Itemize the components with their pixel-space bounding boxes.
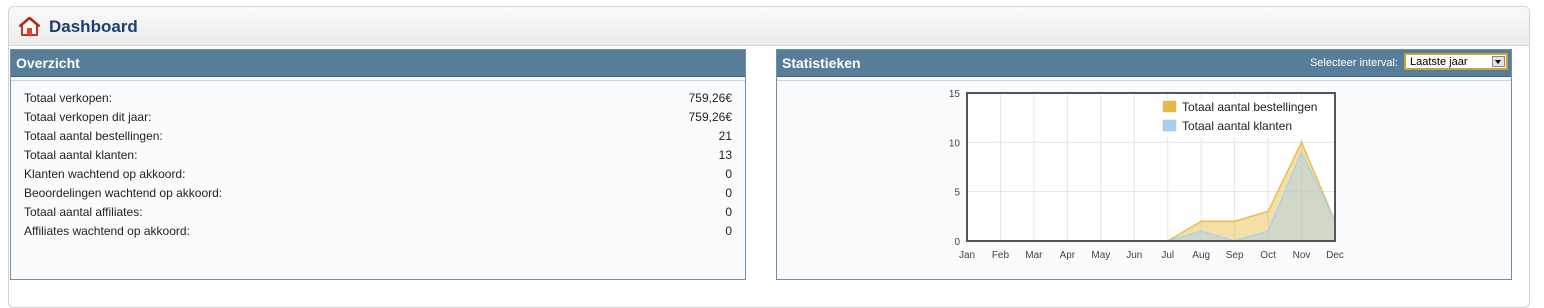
x-tick-label: Sep [1226, 250, 1244, 261]
stat-label: Klanten wachtend op akkoord: [24, 167, 186, 181]
overview-panel-header: Overzicht [11, 50, 745, 77]
stat-row: Totaal verkopen: 759,26€ [24, 91, 732, 108]
interval-select[interactable]: Laatste jaar [1404, 53, 1508, 70]
stat-row: Totaal verkopen dit jaar: 759,26€ [24, 110, 732, 127]
y-tick-label: 5 [954, 188, 960, 199]
overview-body: Totaal verkopen: 759,26€ Totaal verkopen … [11, 80, 745, 279]
x-tick-label: Dec [1326, 250, 1344, 261]
stat-label: Affiliates wachtend op akkoord: [24, 224, 190, 238]
x-tick-label: Nov [1293, 250, 1311, 261]
chevron-down-icon[interactable] [1492, 56, 1505, 67]
stat-value: 0 [725, 224, 732, 238]
statistics-chart: 0 5 10 15 Jan Feb Mar Apr May Jun Jul Aug Sep Oct Nov D… [949, 89, 1344, 261]
stat-row: Affiliates wachtend op akkoord: 0 [24, 224, 732, 241]
stat-value: 0 [725, 167, 732, 181]
legend-swatch [1162, 119, 1177, 132]
stat-row: Totaal aantal klanten: 13 [24, 148, 732, 165]
x-tick-label: Apr [1060, 250, 1076, 261]
legend-label: Totaal aantal klanten [1182, 119, 1292, 133]
interval-select-value: Laatste jaar [1410, 56, 1468, 68]
interval-label: Selecteer interval: [1309, 57, 1398, 69]
stat-value: 759,26€ [688, 91, 732, 105]
stat-value: 759,26€ [688, 110, 732, 124]
stat-label: Totaal aantal affiliates: [24, 205, 143, 219]
y-tick-label: 0 [954, 237, 960, 248]
legend-label: Totaal aantal bestellingen [1182, 100, 1317, 114]
stat-label: Beoordelingen wachtend op akkoord: [24, 186, 223, 200]
page-title: Dashboard [49, 17, 138, 36]
page-header: Dashboard [9, 7, 1529, 46]
stat-value: 21 [718, 129, 732, 143]
x-tick-label: Feb [992, 250, 1010, 261]
x-tick-label: Jan [959, 250, 975, 261]
overview-title: Overzicht [16, 55, 80, 71]
legend-swatch [1162, 100, 1177, 113]
x-tick-label: Aug [1192, 250, 1210, 261]
x-tick-label: Oct [1260, 250, 1276, 261]
stat-label: Totaal aantal klanten: [24, 148, 138, 162]
y-tick-label: 10 [949, 138, 961, 149]
stat-row: Totaal aantal bestellingen: 21 [24, 129, 732, 146]
x-tick-label: Jul [1161, 250, 1174, 261]
stat-label: Totaal verkopen: [24, 91, 113, 105]
statistics-panel: Statistieken Selecteer interval: Laatste… [776, 49, 1512, 280]
y-tick-label: 15 [949, 89, 961, 100]
stat-value: 13 [718, 148, 732, 162]
x-tick-label: May [1091, 250, 1110, 261]
stat-label: Totaal aantal bestellingen: [24, 129, 163, 143]
overview-panel: Overzicht Totaal verkopen: 759,26€ Totaal… [10, 49, 746, 280]
statistics-title: Statistieken [782, 55, 861, 71]
home-icon [19, 16, 40, 36]
stat-row: Klanten wachtend op akkoord: 0 [24, 167, 732, 184]
stat-row: Beoordelingen wachtend op akkoord: 0 [24, 186, 732, 203]
stat-value: 0 [725, 186, 732, 200]
x-tick-label: Jun [1126, 250, 1142, 261]
statistics-body: 0 5 10 15 Jan Feb Mar Apr May Jun Jul Aug Sep Oct Nov D… [777, 80, 1511, 279]
statistics-panel-header: Statistieken Selecteer interval: Laatste… [777, 50, 1511, 77]
stat-row: Totaal aantal affiliates: 0 [24, 205, 732, 222]
stat-value: 0 [725, 205, 732, 219]
x-tick-label: Mar [1025, 250, 1043, 261]
stat-label: Totaal verkopen dit jaar: [24, 110, 152, 124]
